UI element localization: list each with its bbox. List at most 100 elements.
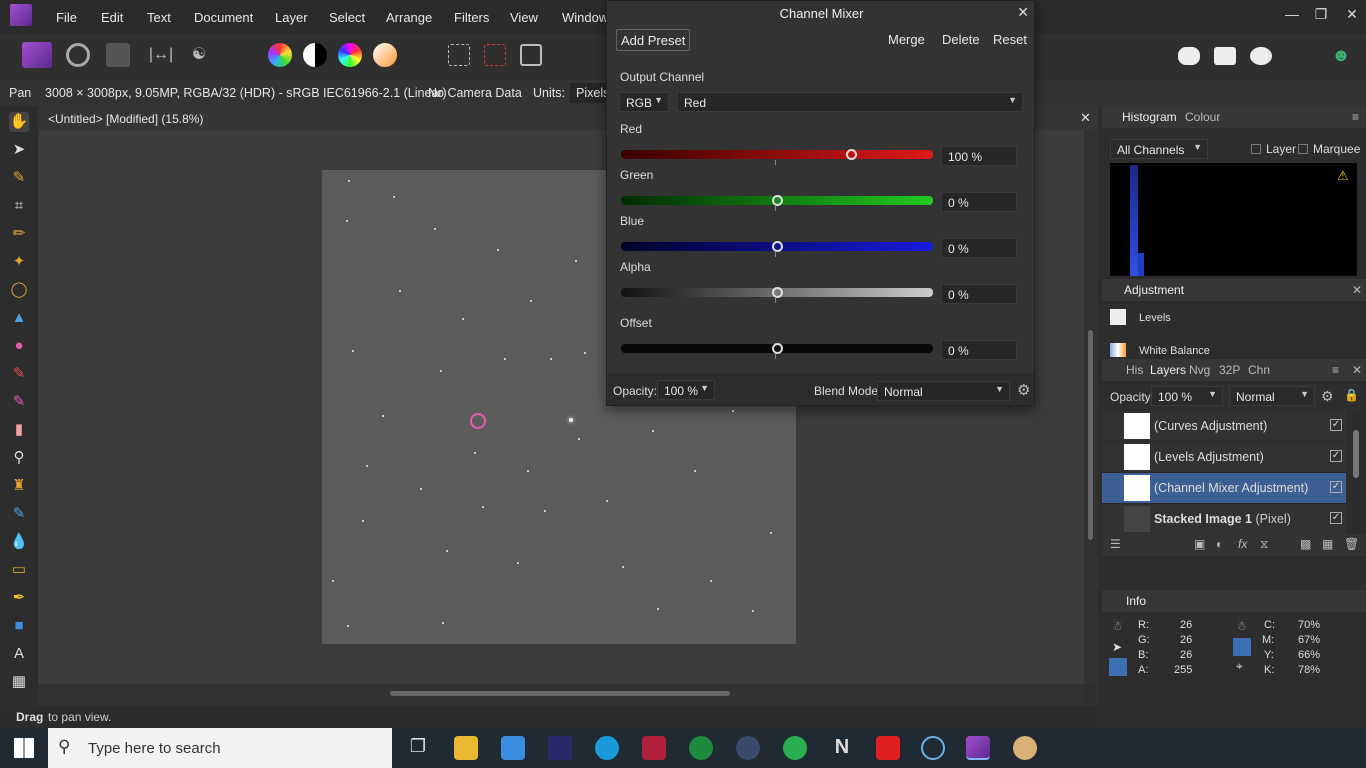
menu-edit[interactable]: Edit <box>101 10 123 25</box>
tone-mapping-persona-icon[interactable]: |↔| <box>146 42 176 68</box>
close-panel-icon[interactable]: ✕ <box>1352 363 1362 377</box>
rectangle-tool-icon[interactable]: ■ <box>9 616 29 636</box>
layer-visibility-checkbox[interactable]: ✓ <box>1330 450 1342 462</box>
mask-icon[interactable] <box>1178 47 1200 65</box>
windows-start-icon[interactable] <box>14 738 34 758</box>
tab-history[interactable]: His <box>1126 363 1143 377</box>
tab-32p[interactable]: 32P <box>1219 363 1240 377</box>
flood-select-icon[interactable]: ✦ <box>9 252 29 272</box>
tab-histogram[interactable]: Histogram <box>1122 110 1177 124</box>
menu-select[interactable]: Select <box>329 10 365 25</box>
pen-tool-icon[interactable]: ✒ <box>9 588 29 608</box>
insert-top-icon[interactable] <box>1250 47 1272 65</box>
selection-brush-icon[interactable]: ✏ <box>9 224 29 244</box>
clone-brush-icon[interactable]: ♜ <box>9 476 29 496</box>
layers-stack-icon[interactable]: ☰ <box>1110 537 1121 551</box>
add-preset-button[interactable]: Add Preset <box>616 29 691 51</box>
blur-brush-icon[interactable]: 💧 <box>9 532 29 552</box>
menu-layer[interactable]: Layer <box>275 10 308 25</box>
alpha-slider-knob[interactable] <box>771 287 783 298</box>
adjustment-white-balance[interactable]: White Balance <box>1139 345 1210 357</box>
insert-behind-icon[interactable] <box>1214 47 1236 65</box>
taskbar-search-box[interactable]: ⚲ Type here to search <box>48 728 392 768</box>
layer-opacity-dropdown[interactable]: 100 % ▼ <box>1151 386 1223 406</box>
photo-persona-icon[interactable] <box>22 42 52 68</box>
alpha-value-field[interactable]: 0 % <box>941 284 1017 304</box>
menu-file[interactable]: File <box>56 10 77 25</box>
panel-menu-icon[interactable]: ≡ <box>1332 363 1339 377</box>
auto-contrast-icon[interactable] <box>303 43 327 67</box>
live-filter-icon[interactable]: ⧖ <box>1260 537 1268 552</box>
layer-checkbox[interactable] <box>1251 144 1261 154</box>
freehand-selection-icon[interactable]: ◯ <box>9 280 29 300</box>
paint-app-icon[interactable] <box>1013 736 1037 760</box>
minimize-icon[interactable]: — <box>1280 6 1304 26</box>
healing-brush-icon[interactable]: ▭ <box>9 560 29 580</box>
sharpcap-icon[interactable] <box>921 736 945 760</box>
file-explorer-icon[interactable] <box>454 736 478 760</box>
account-icon[interactable]: ☻ <box>1326 42 1356 68</box>
layer-visibility-checkbox[interactable]: ✓ <box>1330 512 1342 524</box>
menu-document[interactable]: Document <box>194 10 253 25</box>
pointer-icon[interactable] <box>1233 638 1251 656</box>
adjustment-levels[interactable]: Levels <box>1139 312 1171 324</box>
deselect-icon[interactable] <box>484 44 506 66</box>
liquify-persona-icon[interactable] <box>66 43 90 67</box>
delete-button[interactable]: Delete <box>938 29 984 51</box>
merge-button[interactable]: Merge <box>884 29 929 51</box>
move-tool-icon[interactable]: ➤ <box>9 140 29 160</box>
restore-icon[interactable]: ❐ <box>1309 6 1333 26</box>
colour-model-dropdown[interactable]: RGB ▼ <box>619 92 669 112</box>
blue-slider-knob[interactable] <box>771 241 783 252</box>
group-folder-icon[interactable]: ▩ <box>1300 537 1311 551</box>
phd-guiding-icon[interactable] <box>783 736 807 760</box>
close-dialog-icon[interactable]: ✕ <box>1017 4 1029 21</box>
layer-visibility-checkbox[interactable]: ✓ <box>1330 419 1342 431</box>
auto-white-balance-icon[interactable] <box>373 43 397 67</box>
blue-value-field[interactable]: 0 % <box>941 238 1017 258</box>
adjustment-layer-icon[interactable]: ◐ <box>1216 537 1223 551</box>
export-persona-icon[interactable]: ☯ <box>184 42 214 68</box>
colour-replacement-icon[interactable]: ✎ <box>9 392 29 412</box>
green-slider-knob[interactable] <box>771 195 783 206</box>
red-slider[interactable] <box>621 150 933 159</box>
channel-dropdown[interactable]: Red ▼ <box>677 92 1023 112</box>
affinity-photo-taskbar-icon[interactable] <box>966 736 990 760</box>
stellarium-icon[interactable] <box>736 736 760 760</box>
crop-tool-icon[interactable]: ⌗ <box>9 196 29 216</box>
n-app-icon[interactable]: N <box>830 736 854 760</box>
menu-filters[interactable]: Filters <box>454 10 489 25</box>
histogram-channels-dropdown[interactable]: All Channels ▼ <box>1110 139 1208 159</box>
tab-layers[interactable]: Layers <box>1150 363 1186 377</box>
menu-window[interactable]: Window <box>562 10 608 25</box>
layer-blend-dropdown[interactable]: Normal ▼ <box>1229 386 1315 406</box>
layer-row-selected[interactable]: (Channel Mixer Adjustment) ✓ <box>1102 473 1346 504</box>
flood-fill-icon[interactable]: ▲ <box>9 308 29 328</box>
colour-picker-tool-icon[interactable]: ✎ <box>9 168 29 188</box>
astro-app-icon[interactable] <box>548 736 572 760</box>
layer-visibility-checkbox[interactable]: ✓ <box>1330 481 1342 493</box>
warning-icon[interactable]: ⚠ <box>1337 168 1349 184</box>
red-value-field[interactable]: 100 % <box>941 146 1017 166</box>
menu-text[interactable]: Text <box>147 10 171 25</box>
d-app-icon[interactable] <box>689 736 713 760</box>
offset-value-field[interactable]: 0 % <box>941 340 1017 360</box>
edge-browser-icon[interactable] <box>595 736 619 760</box>
green-value-field[interactable]: 0 % <box>941 192 1017 212</box>
layer-row[interactable]: Stacked Image 1 (Pixel) ✓ <box>1102 504 1346 535</box>
pixel-layer-icon[interactable]: ▦ <box>1322 537 1333 551</box>
affinity-photo-logo-icon[interactable] <box>10 4 32 26</box>
fx-icon[interactable]: fx <box>1238 537 1247 551</box>
erase-brush-icon[interactable]: ▮ <box>9 420 29 440</box>
offset-slider-knob[interactable] <box>771 343 783 354</box>
mask-layer-icon[interactable]: ▣ <box>1194 537 1205 551</box>
vertical-scrollbar[interactable] <box>1084 130 1098 684</box>
paint-brush-icon[interactable]: ✎ <box>9 364 29 384</box>
layer-row[interactable]: (Levels Adjustment) ✓ <box>1102 442 1346 473</box>
hand-tool-icon[interactable]: ✋ <box>9 112 29 132</box>
mesh-warp-icon[interactable]: ▦ <box>9 672 29 692</box>
target-icon[interactable] <box>1109 658 1127 676</box>
menu-view[interactable]: View <box>510 10 538 25</box>
lock-icon[interactable]: 🔒 <box>1344 388 1359 402</box>
tab-navigator[interactable]: Nvg <box>1189 363 1210 377</box>
